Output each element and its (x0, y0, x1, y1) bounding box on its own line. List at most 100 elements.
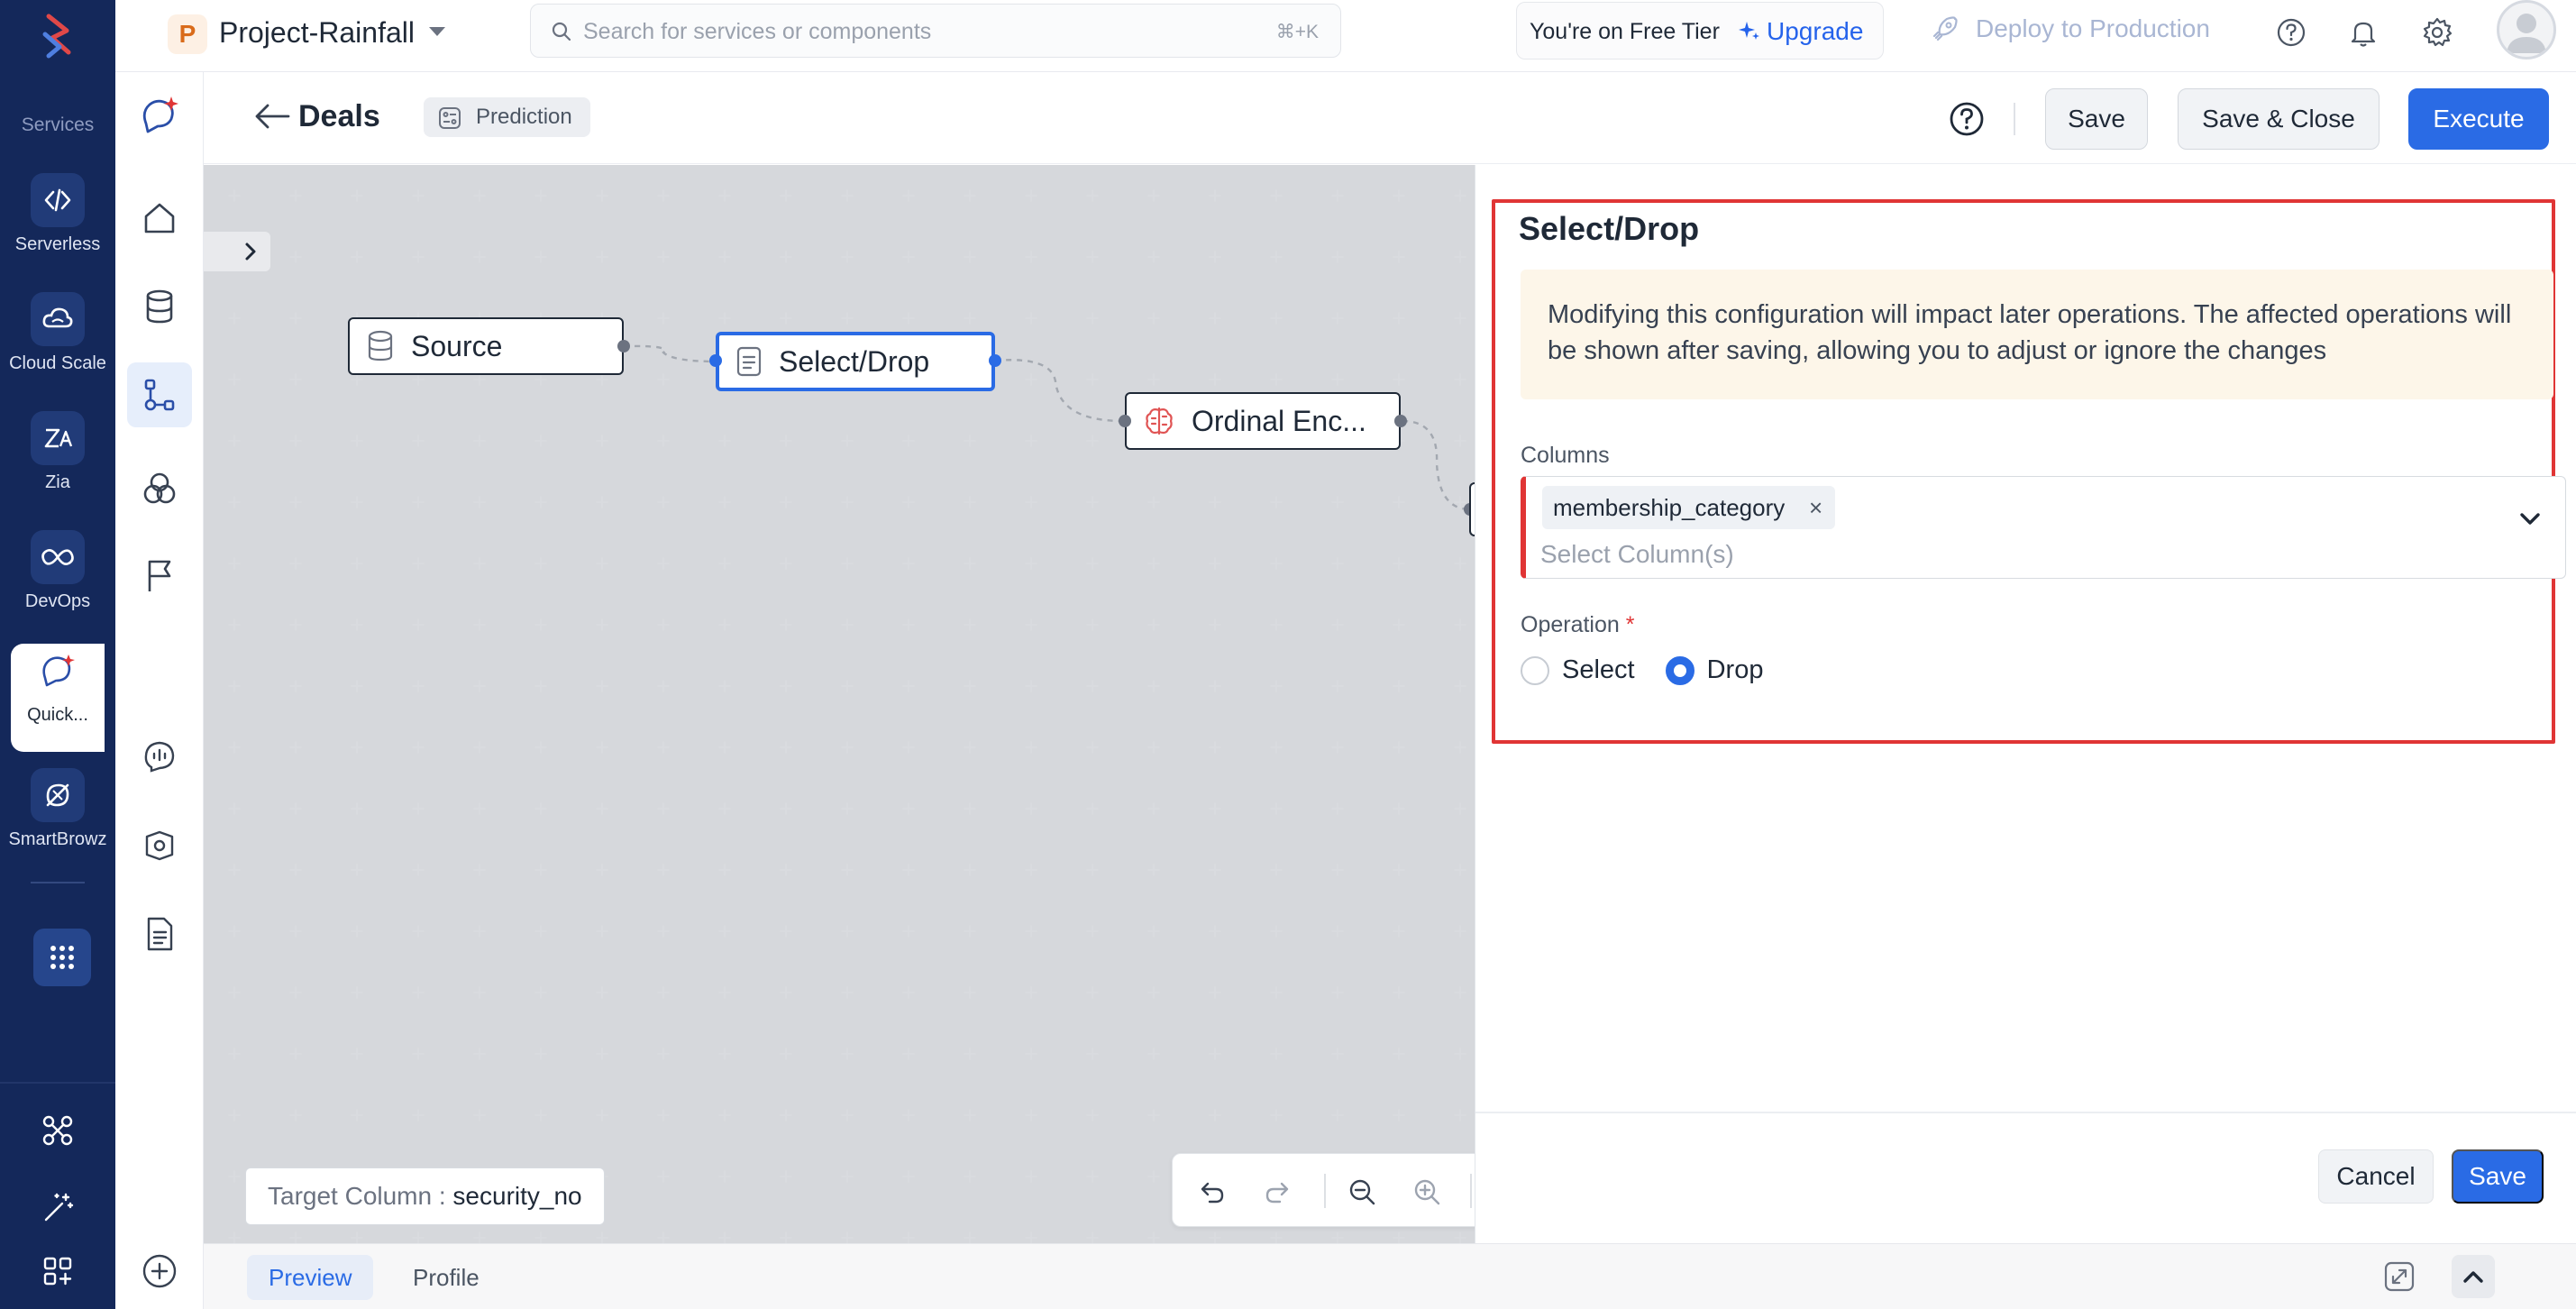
chevron-right-icon (243, 242, 258, 261)
chip-label: membership_category (1553, 494, 1786, 521)
rail-item-label: Cloud Scale (9, 353, 106, 373)
pipeline-canvas[interactable]: Source Select/Drop Ordinal Enc... Target… (204, 165, 1496, 1243)
node-port[interactable] (617, 340, 630, 352)
tab-preview[interactable]: Preview (247, 1255, 374, 1300)
integrations-icon[interactable] (36, 1109, 79, 1152)
add-circle-icon[interactable] (134, 1246, 185, 1296)
tab-profile[interactable]: Profile (391, 1255, 501, 1300)
upgrade-link[interactable]: Upgrade (1738, 17, 1863, 46)
quickml-logo-icon[interactable] (134, 90, 185, 141)
canvas-toolbar (1172, 1153, 1496, 1227)
expand-panel-button[interactable] (204, 232, 270, 271)
rail-item-label: Serverless (14, 234, 101, 254)
rocket-icon (1931, 14, 1959, 43)
document-icon (735, 346, 763, 377)
radio-drop[interactable] (1665, 655, 1694, 685)
deploy-to-production-button[interactable]: Deploy to Production (1931, 14, 2210, 43)
save-button[interactable]: Save (2045, 88, 2148, 150)
database-icon[interactable] (134, 281, 185, 332)
tier-text: You're on Free Tier (1530, 19, 1720, 44)
radio-select[interactable] (1521, 655, 1549, 685)
warning-banner: Modifying this configuration will impact… (1521, 270, 2553, 399)
select-drop-config-panel: Select/Drop Modifying this configuration… (1475, 165, 2576, 1243)
prediction-icon (438, 106, 461, 130)
node-port[interactable] (709, 354, 722, 367)
browser-icon (41, 778, 75, 812)
chip-remove-icon[interactable]: × (1809, 486, 1822, 529)
rail-item-devops[interactable]: DevOps (0, 530, 115, 638)
gear-icon[interactable] (2419, 14, 2455, 50)
node-select-drop[interactable]: Select/Drop (716, 332, 995, 391)
divider (2014, 103, 2015, 135)
catalyst-logo-icon[interactable] (32, 11, 83, 61)
node-port[interactable] (1119, 415, 1131, 427)
document-icon[interactable] (134, 909, 185, 959)
rail-divider (0, 1082, 115, 1084)
pipeline-header: Deals Prediction Save Save & Close Execu… (204, 72, 2576, 164)
all-services-button[interactable] (33, 929, 91, 986)
panel-title: Select/Drop (1519, 210, 1700, 247)
target-column-label: Target Column : (268, 1182, 446, 1210)
rail-item-quickml[interactable]: Quick... (11, 644, 105, 752)
database-icon (366, 330, 395, 362)
rail-item-serverless[interactable]: Serverless (0, 173, 115, 281)
node-port[interactable] (989, 354, 1001, 367)
monitoring-icon[interactable] (134, 730, 185, 781)
undo-icon[interactable] (1194, 1174, 1230, 1210)
flag-icon[interactable] (134, 550, 185, 600)
search-input[interactable]: Search for services or components (583, 19, 931, 45)
chevron-down-icon[interactable] (2518, 511, 2542, 527)
rail-item-smartbrowz[interactable]: SmartBrowz (0, 768, 115, 876)
columns-search-input[interactable]: Select Column(s) (1540, 540, 1734, 569)
zia-icon (41, 421, 75, 455)
quickml-sidebar (115, 72, 204, 1309)
upgrade-label: Upgrade (1767, 17, 1864, 45)
zoom-in-icon[interactable] (1409, 1174, 1445, 1210)
required-mark: * (1625, 612, 1635, 637)
redo-icon[interactable] (1259, 1174, 1295, 1210)
page-title: Deals (298, 99, 380, 133)
zoom-out-icon[interactable] (1344, 1174, 1380, 1210)
add-widget-icon[interactable] (36, 1250, 79, 1293)
caret-down-icon[interactable] (427, 25, 447, 38)
code-brackets-icon (41, 184, 74, 216)
tier-banner: You're on Free Tier Upgrade (1516, 2, 1884, 60)
node-port[interactable] (1394, 415, 1407, 427)
rail-item-cloud-scale[interactable]: Cloud Scale (0, 292, 115, 400)
pipeline-icon[interactable] (127, 362, 192, 427)
services-label: Services (21, 114, 95, 135)
rail-item-zia[interactable]: Zia (0, 411, 115, 519)
execute-button[interactable]: Execute (2408, 88, 2549, 150)
expand-icon[interactable] (2378, 1255, 2421, 1298)
models-icon[interactable] (134, 463, 185, 514)
help-icon[interactable] (1949, 101, 1985, 137)
divider (1324, 1174, 1326, 1208)
save-and-close-button[interactable]: Save & Close (2178, 88, 2380, 150)
rail-divider (31, 882, 85, 883)
search-bar[interactable]: Search for services or components ⌘+K (530, 4, 1341, 58)
prediction-tag-label: Prediction (476, 105, 572, 129)
node-source[interactable]: Source (348, 317, 624, 375)
home-icon[interactable] (134, 193, 185, 243)
settings-box-icon[interactable] (134, 820, 185, 871)
cloud-icon (41, 302, 75, 336)
bell-icon[interactable] (2345, 14, 2381, 50)
help-icon[interactable] (2273, 14, 2309, 50)
magic-wand-icon[interactable] (36, 1186, 79, 1230)
panel-save-button[interactable]: Save (2452, 1149, 2544, 1204)
top-header: P Project-Rainfall Search for services o… (115, 0, 2576, 72)
project-selector[interactable]: Project-Rainfall (219, 14, 415, 50)
panel-footer-divider (1475, 1112, 2576, 1113)
rail-item-label: Quick... (27, 705, 88, 725)
operation-radio-group: Select Drop (1521, 655, 1763, 685)
back-arrow-icon[interactable] (254, 103, 290, 130)
node-ordinal-encoding[interactable]: Ordinal Enc... (1125, 392, 1401, 450)
radio-label-drop[interactable]: Drop (1707, 655, 1764, 685)
node-label: Select/Drop (779, 344, 930, 378)
user-avatar[interactable] (2497, 0, 2556, 60)
quickml-icon (38, 651, 78, 691)
chevron-up-icon[interactable] (2452, 1255, 2495, 1298)
radio-label-select[interactable]: Select (1562, 655, 1635, 685)
columns-multiselect[interactable]: membership_category × Select Column(s) (1521, 476, 2566, 579)
cancel-button[interactable]: Cancel (2318, 1149, 2434, 1204)
